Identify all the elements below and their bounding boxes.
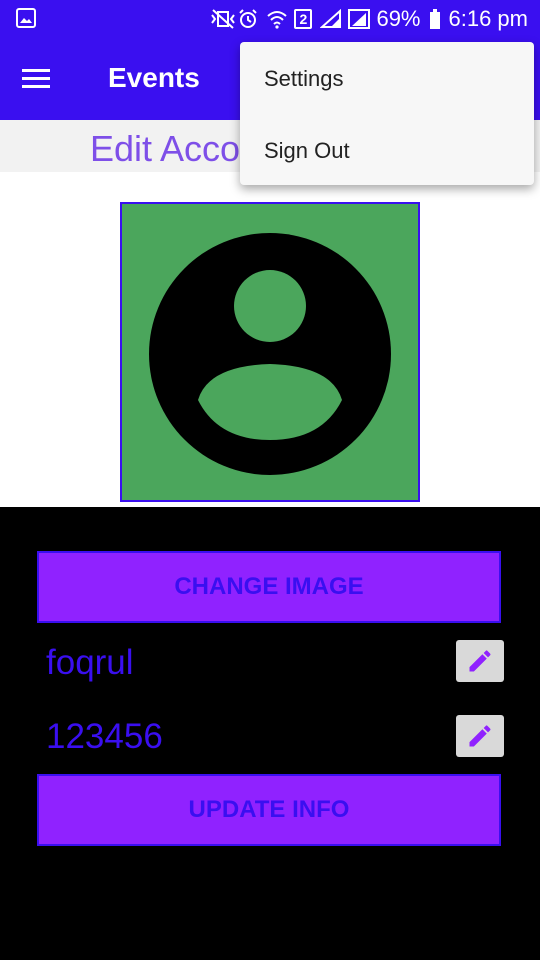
username-field: foqrul: [46, 643, 134, 682]
edit-password-button[interactable]: [456, 715, 504, 757]
sim-2-icon: 2: [294, 9, 313, 29]
status-icons: 2 69% 6:16 pm: [210, 5, 528, 33]
signal-icon: [348, 9, 371, 29]
avatar: [120, 202, 420, 502]
pencil-icon: [469, 725, 491, 747]
app-title: Events: [108, 62, 200, 93]
hamburger-menu-icon[interactable]: [16, 59, 56, 99]
vibrate-silent-icon: [210, 9, 236, 29]
battery-percent: 69%: [376, 6, 421, 31]
gallery-notification-icon: [16, 8, 36, 28]
status-bar: 2 69% 6:16 pm: [0, 0, 540, 38]
update-info-button[interactable]: UPDATE INFO: [37, 774, 501, 846]
pencil-icon: [469, 650, 491, 672]
password-field: 123456: [46, 717, 163, 756]
account-circle-icon: [149, 233, 391, 475]
edit-username-button[interactable]: [456, 640, 504, 682]
wifi-icon: [266, 9, 288, 29]
clock: 6:16 pm: [448, 6, 529, 31]
battery-icon: [429, 9, 441, 29]
menu-item-sign-out[interactable]: Sign Out: [264, 138, 350, 164]
change-image-button[interactable]: CHANGE IMAGE: [37, 551, 501, 623]
alarm-icon: [238, 9, 258, 29]
menu-item-settings[interactable]: Settings: [264, 66, 344, 92]
overflow-menu: Settings Sign Out: [240, 42, 534, 185]
signal-icon: [319, 8, 342, 29]
